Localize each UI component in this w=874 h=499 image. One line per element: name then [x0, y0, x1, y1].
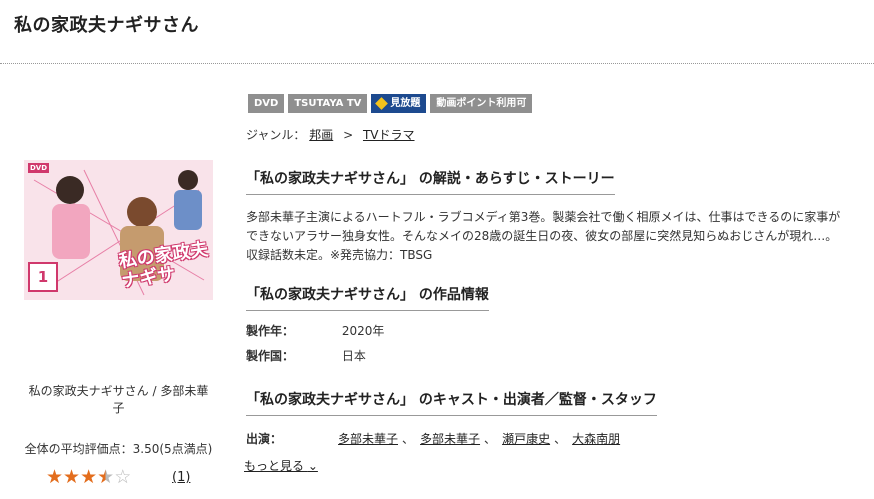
info-country-value: 日本 — [341, 349, 366, 363]
cast-member-link[interactable]: 多部未華子 — [420, 430, 480, 447]
star-icon-half: ★ — [97, 466, 115, 488]
star-icon-full: ★ — [46, 466, 64, 488]
chevron-down-icon: ⌄ — [307, 459, 318, 473]
show-more-label: もっと見る — [244, 459, 305, 473]
cast-separator: 、 — [484, 432, 497, 446]
review-count: (1) — [172, 470, 190, 485]
page-title: 私の家政夫ナギサさん — [14, 15, 199, 36]
tag-tsutaya-tv: TSUTAYA TV — [288, 94, 368, 113]
cast-heading: 「私の家政夫ナギサさん」 のキャスト・出演者／監督・スタッフ — [246, 389, 657, 416]
cast-row: 出演： 多部未華子、 多部未華子、 瀬戸康史、 大森南朋 — [246, 430, 620, 447]
info-country-row: 製作国： 日本 — [246, 347, 366, 364]
tag-dvd: DVD — [248, 94, 285, 113]
cast-member-link[interactable]: 大森南朋 — [572, 430, 620, 447]
review-count-link[interactable]: (1) — [172, 470, 190, 485]
info-year-value: 2020年 — [341, 324, 385, 338]
tag-point: 動画ポイント利用可 — [430, 94, 533, 113]
breadcrumb: ジャンル： 邦画 > TVドラマ — [246, 126, 415, 143]
star-rating: ★ ★ ★ ★ ☆ — [46, 468, 131, 487]
cover-dvd-badge: DVD — [28, 163, 50, 173]
star-icon-full: ★ — [80, 466, 98, 488]
info-country-label: 製作国： — [246, 349, 295, 363]
cast-separator: 、 — [554, 432, 567, 446]
star-icon-full: ★ — [63, 466, 81, 488]
breadcrumb-link-hougaku[interactable]: 邦画 — [309, 128, 333, 142]
average-rating: 全体の平均評価点：3.50(5点満点) — [24, 442, 213, 456]
show-more-link[interactable]: もっと見る ⌄ — [244, 457, 318, 474]
tag-unlimited-label: 見放題 — [390, 98, 421, 109]
cast-separator: 、 — [402, 432, 415, 446]
cover-image[interactable]: DVD 1 私の家政夫 ナギサ — [24, 160, 213, 300]
info-year-label: 製作年： — [246, 324, 295, 338]
breadcrumb-separator: > — [343, 128, 354, 142]
star-icon-empty: ☆ — [114, 466, 132, 488]
cover-volume: 1 — [28, 262, 58, 292]
info-year-row: 製作年： 2020年 — [246, 322, 384, 339]
genre-label: ジャンル： — [246, 128, 306, 142]
breadcrumb-link-tvdrama[interactable]: TVドラマ — [363, 128, 415, 142]
cast-label: 出演： — [246, 432, 283, 446]
cast-member-link[interactable]: 瀬戸康史 — [502, 430, 550, 447]
sidebar-title: 私の家政夫ナギサさん / 多部未華子 — [28, 384, 209, 415]
tag-unlimited: 見放題 — [371, 94, 427, 113]
diamond-icon — [375, 97, 389, 110]
info-heading: 「私の家政夫ナギサさん」 の作品情報 — [246, 284, 489, 311]
synopsis-heading: 「私の家政夫ナギサさん」 の解説・あらすじ・ストーリー — [246, 168, 615, 195]
cast-member-link[interactable]: 多部未華子 — [338, 430, 398, 447]
synopsis-text: 多部未華子主演によるハートフル・ラブコメディ第3巻。製薬会社で働く相原メイは、仕… — [246, 210, 841, 262]
tag-list: DVD TSUTAYA TV 見放題 動画ポイント利用可 — [248, 94, 533, 113]
header-divider — [0, 63, 874, 64]
